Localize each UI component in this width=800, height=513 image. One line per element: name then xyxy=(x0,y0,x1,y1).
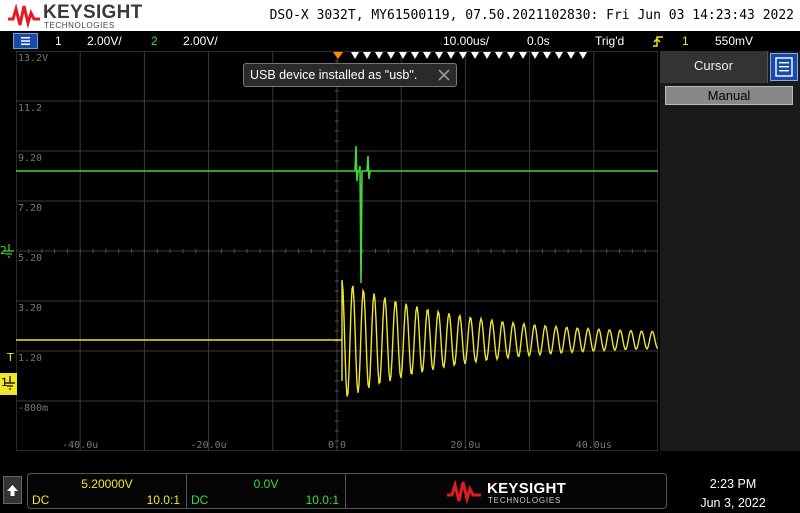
keysight-bottom-logo: KEYSIGHT TECHNOLOGIES xyxy=(446,479,596,505)
y-tick-label: -800m xyxy=(18,403,48,414)
y-tick-label: 3.20 xyxy=(18,303,42,314)
x-tick-label: -40.0u xyxy=(62,440,98,451)
ch1-settings[interactable]: 5.20000V DC 10.0:1 xyxy=(28,474,187,508)
ch2-number[interactable]: 2 xyxy=(151,34,158,48)
svg-text:T: T xyxy=(6,351,14,364)
arrow-up-icon xyxy=(7,485,18,496)
waveform-display[interactable]: 13.2V 11.2 9.20 7.20 5.20 3.20 1.20 -800m -40.0… xyxy=(16,51,658,451)
ch2-ground-marker[interactable]: 2 xyxy=(0,242,17,262)
channel-info-bar: 5.20000V DC 10.0:1 0.0V DC 10.0:1 KEYSIG… xyxy=(0,467,800,512)
ch1-coupling: DC xyxy=(32,493,50,507)
clock-date: Jun 3, 2022 xyxy=(700,496,766,510)
trigger-status: Trig'd xyxy=(595,34,625,48)
x-tick-label: -20.0u xyxy=(191,440,227,451)
trigger-position-marker[interactable] xyxy=(333,52,343,59)
keysight-wave-icon xyxy=(8,3,40,29)
channel-settings-box: 5.20000V DC 10.0:1 0.0V DC 10.0:1 KEYSIG… xyxy=(27,473,667,509)
clock: 2:23 PM Jun 3, 2022 xyxy=(680,475,786,513)
notification-text: USB device installed as "usb". xyxy=(250,68,418,82)
brand-name: KEYSIGHT xyxy=(487,480,567,497)
tab-cursor[interactable]: Cursor xyxy=(660,51,768,83)
keysight-logo: KEYSIGHT TECHNOLOGIES xyxy=(7,3,142,30)
brand-name: KEYSIGHT xyxy=(43,2,143,23)
y-tick-label: 11.2 xyxy=(18,103,42,114)
x-tick-label: 20.0u xyxy=(450,440,480,451)
ch2-offset: 0.0V xyxy=(253,477,279,491)
timebase-scale[interactable]: 10.00us/ xyxy=(443,34,489,48)
trigger-level[interactable]: 550mV xyxy=(715,34,753,48)
brand-subtitle: TECHNOLOGIES xyxy=(488,496,562,505)
ch2-probe: 10.0:1 xyxy=(305,493,339,507)
ch1-probe: 10.0:1 xyxy=(146,493,180,507)
trigger-source[interactable]: 1 xyxy=(682,34,689,48)
brand-subtitle: TECHNOLOGIES xyxy=(44,21,115,30)
trigger-edge-icon[interactable] xyxy=(652,35,664,48)
clock-time: 2:23 PM xyxy=(709,477,757,491)
cursor-mode-manual-button[interactable]: Manual xyxy=(665,86,793,105)
y-tick-label: 9.20 xyxy=(18,153,42,164)
ch2-coupling: DC xyxy=(191,493,209,507)
expand-button[interactable] xyxy=(3,476,22,504)
softkey-panel: Cursor Manual xyxy=(660,51,800,451)
trigger-level-marker[interactable]: T xyxy=(5,350,17,364)
time-delay[interactable]: 0.0s xyxy=(527,34,550,48)
ch1-ground-marker[interactable]: 1 xyxy=(0,373,17,395)
keysight-wave-icon xyxy=(447,479,481,505)
y-tick-label: 1.20 xyxy=(18,353,42,364)
x-tick-label: 40.0us xyxy=(576,440,612,451)
instrument-title: DSO-X 3032T, MY61500119, 07.50.202110283… xyxy=(269,8,794,23)
time-reference-markers xyxy=(333,52,587,59)
ch1-offset: 5.20000V xyxy=(81,477,133,491)
usb-notification: USB device installed as "usb". xyxy=(243,63,457,87)
x-tick-label: 0.0 xyxy=(328,440,346,451)
ch1-number[interactable]: 1 xyxy=(55,34,62,48)
ch2-settings[interactable]: 0.0V DC 10.0:1 xyxy=(187,474,346,508)
y-tick-label: 13.2V xyxy=(18,53,48,64)
panel-menu-button[interactable] xyxy=(770,53,798,81)
main-menu-button[interactable] xyxy=(13,33,38,49)
y-tick-label: 5.20 xyxy=(18,253,42,264)
menu-icon xyxy=(21,37,30,45)
title-bar: KEYSIGHT TECHNOLOGIES DSO-X 3032T, MY615… xyxy=(0,0,800,31)
menu-icon xyxy=(775,57,793,77)
status-bar: 1 2.00V/ 2 2.00V/ 10.00us/ 0.0s Trig'd 1… xyxy=(0,31,800,51)
y-tick-label: 7.20 xyxy=(18,203,42,214)
ch1-scale[interactable]: 2.00V/ xyxy=(87,34,122,48)
close-icon[interactable] xyxy=(436,67,452,83)
ch2-scale[interactable]: 2.00V/ xyxy=(183,34,218,48)
